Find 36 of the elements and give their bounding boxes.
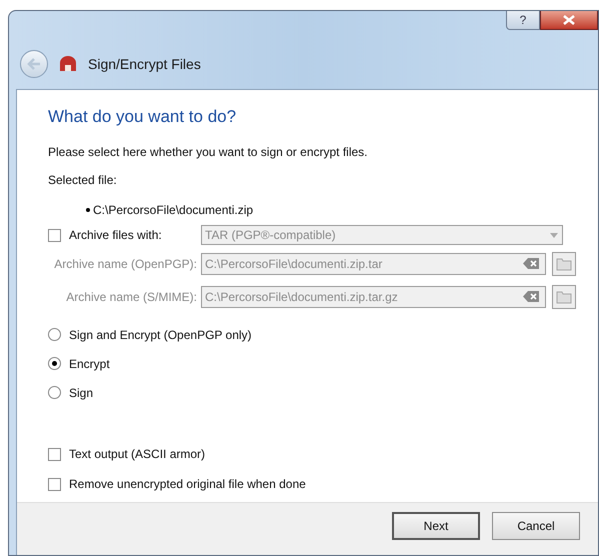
browse-button[interactable] bbox=[552, 284, 576, 308]
intro-text: Please select here whether you want to sign or encrypt files. bbox=[48, 144, 368, 161]
folder-icon bbox=[556, 290, 572, 304]
back-button[interactable] bbox=[20, 50, 48, 78]
radio-button[interactable] bbox=[48, 357, 61, 370]
radio-label: Encrypt bbox=[69, 356, 110, 372]
archive-name-label: Archive name (S/MIME): bbox=[65, 288, 198, 306]
help-icon: ? bbox=[520, 11, 526, 29]
browse-button[interactable] bbox=[552, 252, 576, 276]
file-path: C:\PercorsoFile\documenti.zip bbox=[93, 202, 254, 219]
radio-button[interactable] bbox=[48, 386, 61, 399]
radio-button[interactable] bbox=[48, 328, 61, 341]
selected-file-label: Selected file: bbox=[48, 172, 118, 189]
clear-icon bbox=[523, 291, 539, 302]
clear-icon bbox=[523, 258, 539, 269]
checkbox-label: Text output (ASCII armor) bbox=[69, 446, 206, 463]
page-heading: What do you want to do? bbox=[48, 106, 238, 128]
help-button[interactable]: ? bbox=[506, 11, 540, 30]
bullet-icon bbox=[86, 208, 90, 212]
archive-label: Archive files with: bbox=[69, 227, 163, 244]
checkbox[interactable] bbox=[48, 478, 61, 490]
close-icon bbox=[563, 15, 575, 25]
radio-label: Sign bbox=[69, 384, 94, 402]
radio-label: Sign and Encrypt (OpenPGP only) bbox=[69, 326, 252, 344]
window-title: Sign/Encrypt Files bbox=[88, 54, 201, 74]
close-button[interactable] bbox=[540, 11, 598, 30]
back-arrow-icon bbox=[27, 58, 41, 70]
checkbox[interactable] bbox=[48, 448, 61, 460]
archive-name-label: Archive name (OpenPGP): bbox=[53, 256, 198, 272]
folder-icon bbox=[556, 256, 572, 270]
cancel-button[interactable]: Cancel bbox=[492, 512, 580, 540]
archive-checkbox[interactable] bbox=[48, 228, 61, 242]
checkbox-label: Remove unencrypted original file when done bbox=[69, 476, 306, 493]
dropdown-arrow-icon bbox=[550, 232, 558, 238]
next-button[interactable]: Next bbox=[392, 512, 480, 540]
app-icon bbox=[59, 56, 77, 72]
